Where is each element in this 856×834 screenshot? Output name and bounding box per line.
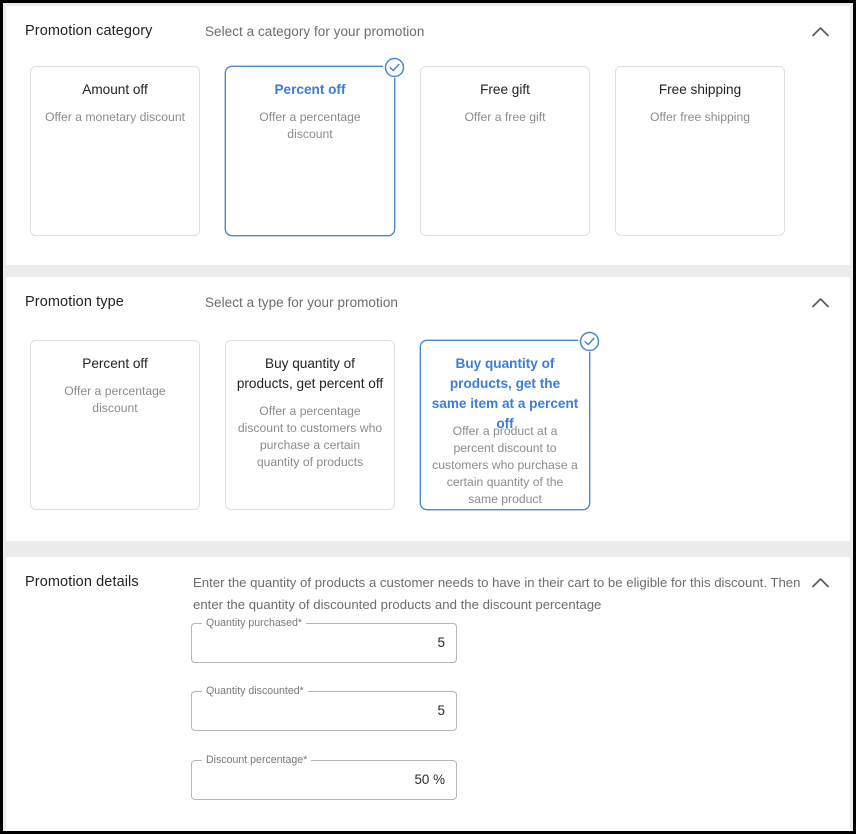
section-header-promotion-details[interactable]: Promotion details Enter the quantity of … bbox=[6, 557, 850, 612]
card-title: Free gift bbox=[480, 82, 530, 97]
field-value[interactable]: 5 bbox=[438, 623, 445, 663]
check-circle-icon bbox=[383, 56, 405, 78]
type-card-buy-quantity-get-percent-off[interactable]: Buy quantity of products, get percent of… bbox=[225, 340, 395, 510]
card-description: Offer a monetary discount bbox=[44, 110, 185, 124]
field-value[interactable]: 50 % bbox=[414, 760, 445, 800]
type-card-percent-off[interactable]: Percent off Offer a percentage discount bbox=[30, 340, 200, 510]
card-title: Free shipping bbox=[658, 82, 742, 97]
section-header-promotion-category[interactable]: Promotion category Select a category for… bbox=[6, 6, 850, 50]
type-card-row: Percent off Offer a percentage discount … bbox=[6, 330, 850, 510]
card-title: Amount off bbox=[82, 82, 148, 97]
card-description: Offer a percentage discount bbox=[259, 110, 361, 141]
category-card-percent-off[interactable]: Percent off Offer a percentage discount bbox=[225, 56, 405, 236]
card-title: Buy quantity of products, get the same i… bbox=[431, 356, 579, 431]
field-label: Quantity discounted* bbox=[202, 684, 308, 698]
card-description: Offer a percentage discount bbox=[64, 384, 166, 415]
card-title: Percent off bbox=[274, 82, 346, 97]
card-description: Offer a product at a percent discount to… bbox=[432, 424, 578, 506]
category-card-amount-off[interactable]: Amount off Offer a monetary discount bbox=[30, 66, 200, 236]
category-card-row: Amount off Offer a monetary discount Per… bbox=[6, 56, 850, 236]
quantity-purchased-field[interactable]: Quantity purchased* 5 bbox=[191, 616, 457, 663]
chevron-up-icon[interactable] bbox=[807, 289, 833, 315]
discount-percentage-field[interactable]: Discount percentage* 50 % bbox=[191, 753, 457, 800]
card-description: Offer a percentage discount to customers… bbox=[237, 404, 383, 469]
chevron-up-icon[interactable] bbox=[807, 569, 833, 595]
section-subtitle: Select a type for your promotion bbox=[205, 295, 398, 310]
section-title: Promotion details bbox=[25, 574, 139, 590]
card-description: Offer free shipping bbox=[649, 110, 751, 124]
section-title: Promotion type bbox=[25, 294, 124, 310]
type-card-buy-quantity-same-item-percent-off[interactable]: Buy quantity of products, get the same i… bbox=[420, 330, 600, 510]
category-card-free-shipping[interactable]: Free shipping Offer free shipping bbox=[615, 66, 785, 236]
section-promotion-category: Promotion category Select a category for… bbox=[6, 6, 850, 265]
promotion-setup-page: Promotion category Select a category for… bbox=[0, 0, 856, 834]
field-label: Discount percentage* bbox=[202, 753, 312, 767]
card-title: Buy quantity of products, get percent of… bbox=[236, 356, 384, 391]
field-label: Quantity purchased* bbox=[202, 616, 306, 630]
card-title: Percent off bbox=[82, 356, 148, 371]
quantity-discounted-field[interactable]: Quantity discounted* 5 bbox=[191, 684, 457, 731]
check-circle-icon bbox=[578, 330, 600, 352]
section-promotion-type: Promotion type Select a type for your pr… bbox=[6, 277, 850, 541]
section-description: Enter the quantity of products a custome… bbox=[193, 575, 801, 612]
chevron-up-icon[interactable] bbox=[807, 18, 833, 44]
category-card-free-gift[interactable]: Free gift Offer a free gift bbox=[420, 66, 590, 236]
field-value[interactable]: 5 bbox=[438, 691, 445, 731]
section-subtitle: Select a category for your promotion bbox=[205, 24, 425, 39]
page-title: Promotion category bbox=[25, 23, 153, 39]
card-description: Offer a free gift bbox=[464, 110, 546, 124]
section-header-promotion-type[interactable]: Promotion type Select a type for your pr… bbox=[6, 277, 850, 321]
